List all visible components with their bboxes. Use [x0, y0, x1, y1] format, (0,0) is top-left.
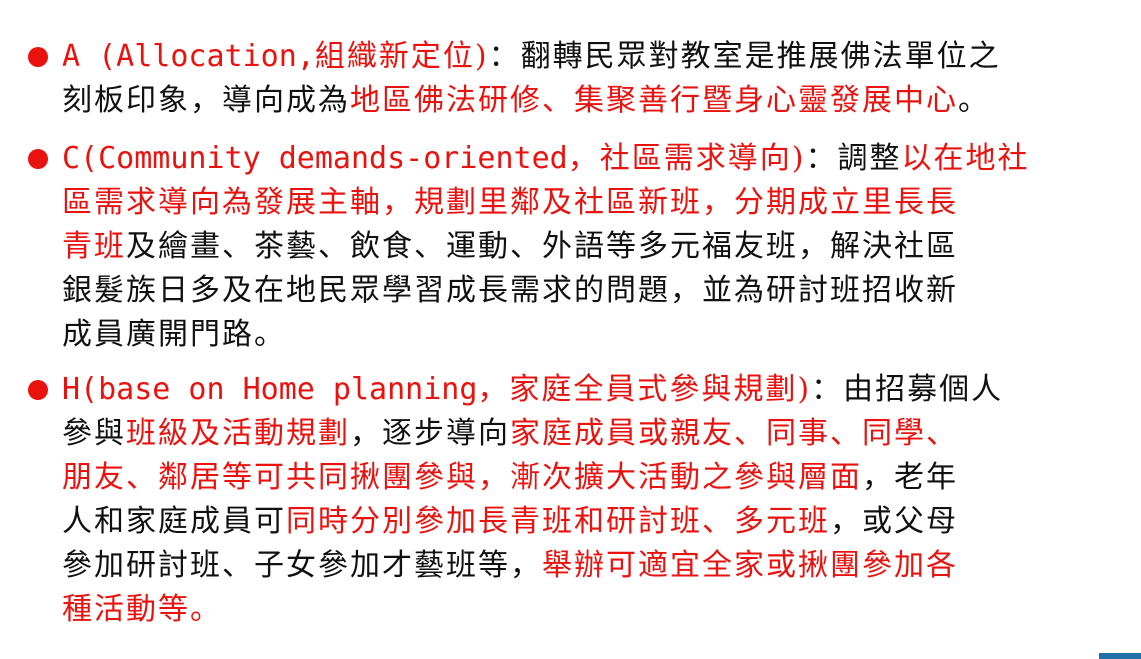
- item-line: A (Allocation,組織新定位)：翻轉民眾對教室是推展佛法單位之: [62, 35, 1001, 79]
- text-segment: 朋友、鄰居等可共同揪團參與，漸次擴大活動之參與層面: [62, 460, 862, 495]
- item-line: 銀髮族日多及在地民眾學習成長需求的問題，並為研討班招收新: [62, 269, 958, 313]
- text-segment: 以在地社: [901, 141, 1030, 176]
- text-segment: 青班: [62, 229, 126, 264]
- text-segment: 種活動等。: [62, 592, 222, 627]
- item-line: 參與班級及活動規劃，逐步導向家庭成員或親友、同事、同學、: [62, 412, 958, 456]
- text-segment: 組織新定位): [314, 39, 489, 74]
- item-line: 成員廣開門路。: [62, 313, 286, 357]
- text-segment: ，家庭全員式參與規劃): [477, 372, 812, 407]
- item-line: 參加研討班、子女參加才藝班等，舉辦可適宜全家或揪團參加各: [62, 544, 958, 588]
- text-segment: ，社區需求導向): [567, 141, 806, 176]
- text-segment: 。: [958, 83, 990, 118]
- text-segment: ：翻轉民眾對教室是推展佛法單位之: [488, 39, 1001, 74]
- corner-accent-bar: [1099, 653, 1141, 659]
- item-line: 人和家庭成員可同時分別參加長青班和研討班、多元班，或父母: [62, 500, 958, 544]
- text-segment: 成員廣開門路。: [62, 317, 286, 352]
- bullet-dot: [28, 47, 48, 67]
- text-segment: ：由招募個人: [811, 372, 1004, 407]
- text-segment: 刻板印象，導向成為: [62, 83, 350, 118]
- text-segment: 參與: [62, 416, 126, 451]
- text-segment: 舉辦可適宜全家或揪團參加各: [542, 548, 958, 583]
- text-segment: 及繪畫、茶藝、飲食、運動、外語等多元福友班，解決社區: [126, 229, 958, 264]
- item-line: C(Community demands-oriented，社區需求導向)：調整以…: [62, 137, 1029, 181]
- bullet-dot: [28, 380, 48, 400]
- text-segment: 銀髮族日多及在地民眾學習成長需求的問題，並為研討班招收新: [62, 273, 958, 308]
- bullet-dot: [28, 149, 48, 169]
- text-segment: ，或父母: [830, 504, 958, 539]
- slide: A (Allocation,組織新定位)：翻轉民眾對教室是推展佛法單位之 刻板印…: [0, 0, 1141, 659]
- item-line: 朋友、鄰居等可共同揪團參與，漸次擴大活動之參與層面，老年: [62, 456, 958, 500]
- text-segment: ：調整: [805, 141, 902, 176]
- text-segment: 班級及活動規劃: [126, 416, 350, 451]
- item-line: 種活動等。: [62, 588, 222, 632]
- text-segment: 參加研討班、子女參加才藝班等，: [62, 548, 542, 583]
- item-line: 區需求導向為發展主軸，規劃里鄰及社區新班，分期成立里長長: [62, 181, 958, 225]
- item-line: 刻板印象，導向成為地區佛法研修、集聚善行暨身心靈發展中心。: [62, 79, 990, 123]
- text-segment: 地區佛法研修、集聚善行暨身心靈發展中心: [350, 83, 958, 118]
- text-segment: A (Allocation,: [62, 39, 315, 74]
- text-segment: 區需求導向為發展主軸，規劃里鄰及社區新班，分期成立里長長: [62, 185, 958, 220]
- item-line: H(base on Home planning，家庭全員式參與規劃)：由招募個人: [62, 368, 1003, 412]
- text-segment: 人和家庭成員可: [62, 504, 286, 539]
- item-line: 青班及繪畫、茶藝、飲食、運動、外語等多元福友班，解決社區: [62, 225, 958, 269]
- text-segment: 家庭成員或親友、同事、同學、: [510, 416, 958, 451]
- text-segment: ，老年: [862, 460, 958, 495]
- text-segment: C(Community demands-oriented: [62, 141, 568, 176]
- text-segment: H(base on Home planning: [62, 372, 478, 407]
- text-segment: ，逐步導向: [350, 416, 510, 451]
- text-segment: 同時分別參加長青班和研討班、多元班: [286, 504, 830, 539]
